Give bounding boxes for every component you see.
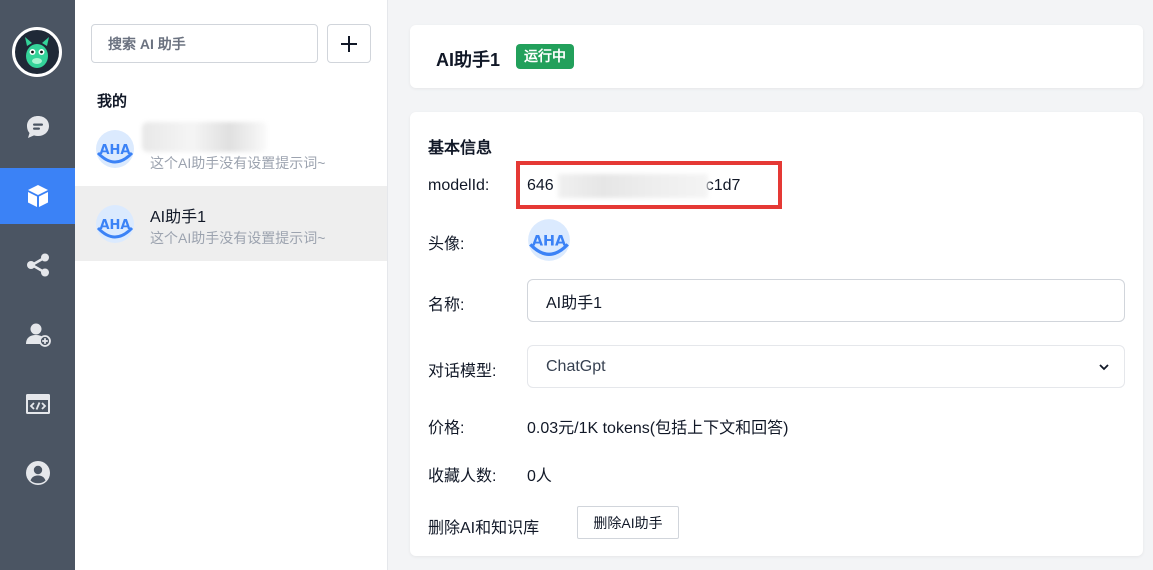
list-item[interactable]: AHA AI助手1 这个AI助手没有设置提示词~ (75, 186, 387, 261)
assistant-avatar-icon: AHA (96, 130, 134, 168)
rail-item-code[interactable] (0, 376, 75, 432)
assistant-avatar-icon: AHA (96, 205, 134, 243)
rail-item-chat[interactable] (0, 99, 75, 155)
plus-icon (341, 35, 357, 52)
assistant-desc: 这个AI助手没有设置提示词~ (150, 155, 326, 171)
basic-info-card: 基本信息 modelId: 646c1d7 头像: AHA 名称: 对话模型: … (410, 112, 1143, 556)
share-icon (26, 253, 49, 277)
avatar-label: 头像: (428, 236, 465, 253)
rail-item-share[interactable] (0, 237, 75, 293)
favorites-value: 0人 (527, 468, 552, 485)
assistant-name: AI助手1 (150, 209, 207, 226)
add-user-icon (25, 323, 51, 347)
assistant-desc: 这个AI助手没有设置提示词~ (150, 230, 326, 246)
rail-item-add-user[interactable] (0, 306, 75, 362)
delete-assistant-button[interactable]: 删除AI助手 (577, 506, 679, 539)
section-title: 基本信息 (428, 140, 493, 157)
price-label: 价格: (428, 420, 465, 437)
price-value: 0.03元/1K tokens(包括上下文和回答) (527, 420, 789, 437)
favorites-label: 收藏人数: (428, 468, 497, 485)
chevron-down-icon (1099, 364, 1109, 371)
page-title: AI助手1 (436, 50, 501, 70)
nav-rail (0, 0, 75, 570)
svg-text:AHA: AHA (99, 143, 130, 158)
rail-item-profile[interactable] (0, 445, 75, 501)
redacted-model-id (558, 174, 708, 198)
app-logo[interactable] (12, 27, 62, 77)
assistant-header: AI助手1 运行中 (410, 25, 1143, 88)
rail-item-assistants[interactable] (0, 168, 75, 224)
code-window-icon (25, 394, 50, 414)
search-input[interactable] (91, 24, 318, 63)
svg-text:AHA: AHA (99, 218, 130, 233)
chat-icon (26, 116, 49, 138)
model-select[interactable]: ChatGpt (527, 345, 1125, 388)
assistant-list-panel: 我的 AHA 这个AI助手没有设置提示词~ AHA AI助手1 这个AI助手没有… (75, 0, 388, 570)
model-select-value: ChatGpt (546, 358, 606, 375)
mascot-icon (25, 37, 49, 68)
model-id-suffix: c1d7 (705, 177, 741, 194)
svg-text:AHA: AHA (532, 234, 566, 250)
status-badge: 运行中 (516, 44, 574, 69)
delete-label: 删除AI和知识库 (428, 520, 540, 537)
model-label: 对话模型: (428, 363, 497, 380)
redacted-name (142, 122, 267, 152)
model-id-prefix: 646 (527, 177, 554, 194)
add-assistant-button[interactable] (327, 24, 371, 63)
model-id-label: modelId: (428, 177, 490, 194)
name-label: 名称: (428, 297, 465, 314)
group-title-mine: 我的 (97, 93, 128, 110)
assistant-avatar-icon[interactable]: AHA (527, 218, 571, 262)
list-item[interactable]: AHA 这个AI助手没有设置提示词~ (75, 111, 387, 186)
cube-icon (27, 185, 48, 207)
name-input[interactable] (527, 279, 1125, 322)
user-icon (25, 461, 50, 485)
